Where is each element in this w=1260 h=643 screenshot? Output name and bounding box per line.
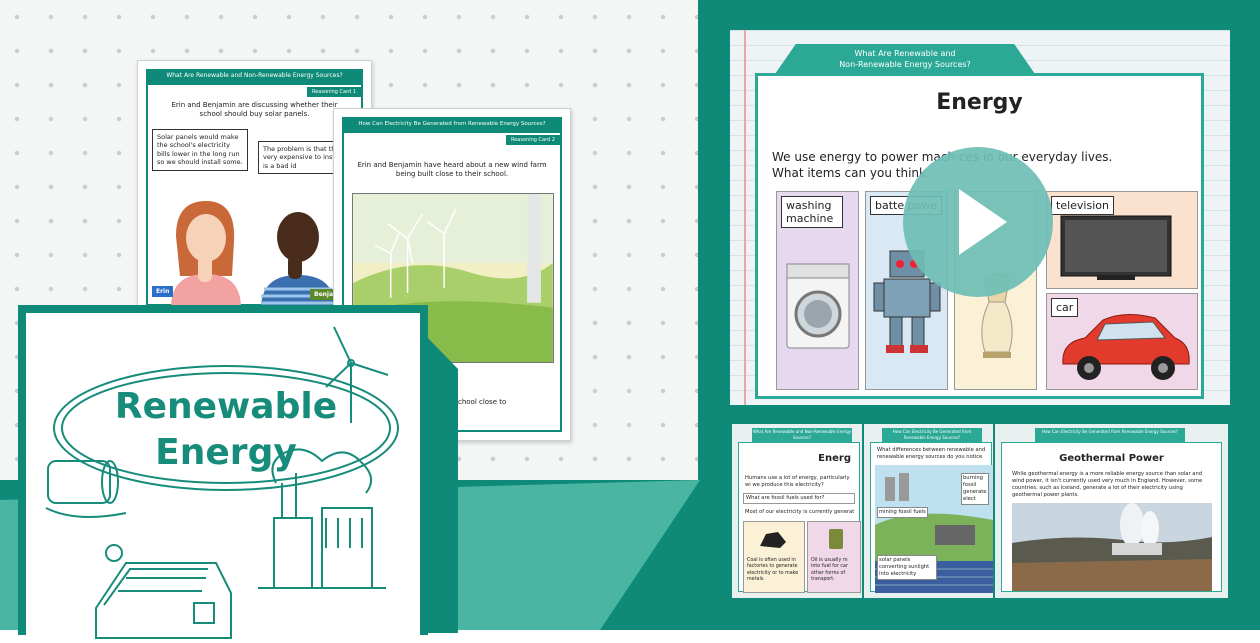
card-intro: Erin and Benjamin are discussing whether…	[171, 101, 338, 119]
speech-bubble-erin: Solar panels would make the school's ele…	[152, 129, 248, 171]
folder-cover: Renewable Energy	[26, 313, 420, 643]
thumbnail-geothermal-slide: How Can Electricity Be Generated from Re…	[993, 422, 1230, 600]
erin-illustration	[171, 201, 241, 308]
geothermal-plant-photo	[1012, 503, 1212, 591]
play-button[interactable]	[903, 147, 1053, 297]
card-tag: Reasoning Card 2	[505, 135, 560, 145]
name-tag-erin: Erin	[152, 286, 174, 297]
item-television: television	[1046, 191, 1198, 289]
television-icon	[1060, 215, 1172, 280]
oil-box: Oil is usually m into fuel for car other…	[807, 521, 861, 593]
slide-heading: Energy	[936, 90, 1023, 115]
cover-title-line-1: Renewable	[114, 386, 338, 427]
oil-barrel-icon	[829, 529, 843, 549]
thumbnail-electricity-slide: How Can Electricity Be Generated from Re…	[862, 422, 1000, 600]
card-header: How Can Electricity Be Generated from Re…	[342, 117, 562, 131]
coal-box: Coal is often used in factories to gener…	[743, 521, 805, 593]
card-intro: Erin and Benjamin have heard about a new…	[357, 161, 547, 179]
item-car: car	[1046, 293, 1198, 390]
item-washing-machine: washing machine	[776, 191, 859, 390]
renewable-energy-line-art	[45, 326, 399, 639]
washing-machine-icon	[786, 263, 850, 349]
thumbnail-energy-slide: What Are Renewable and Non-Renewable Ene…	[730, 422, 868, 600]
slide-tab: What Are Renewable and Non-Renewable Ene…	[775, 44, 1035, 74]
coal-icon	[760, 532, 786, 548]
cover-title-line-2: Energy	[155, 432, 297, 473]
resource-pack-folder: Renewable Energy	[18, 305, 458, 643]
car-icon	[1062, 314, 1190, 380]
card-tag: Reasoning Card 1	[306, 87, 361, 97]
card-header: What Are Renewable and Non-Renewable Ene…	[146, 69, 363, 83]
